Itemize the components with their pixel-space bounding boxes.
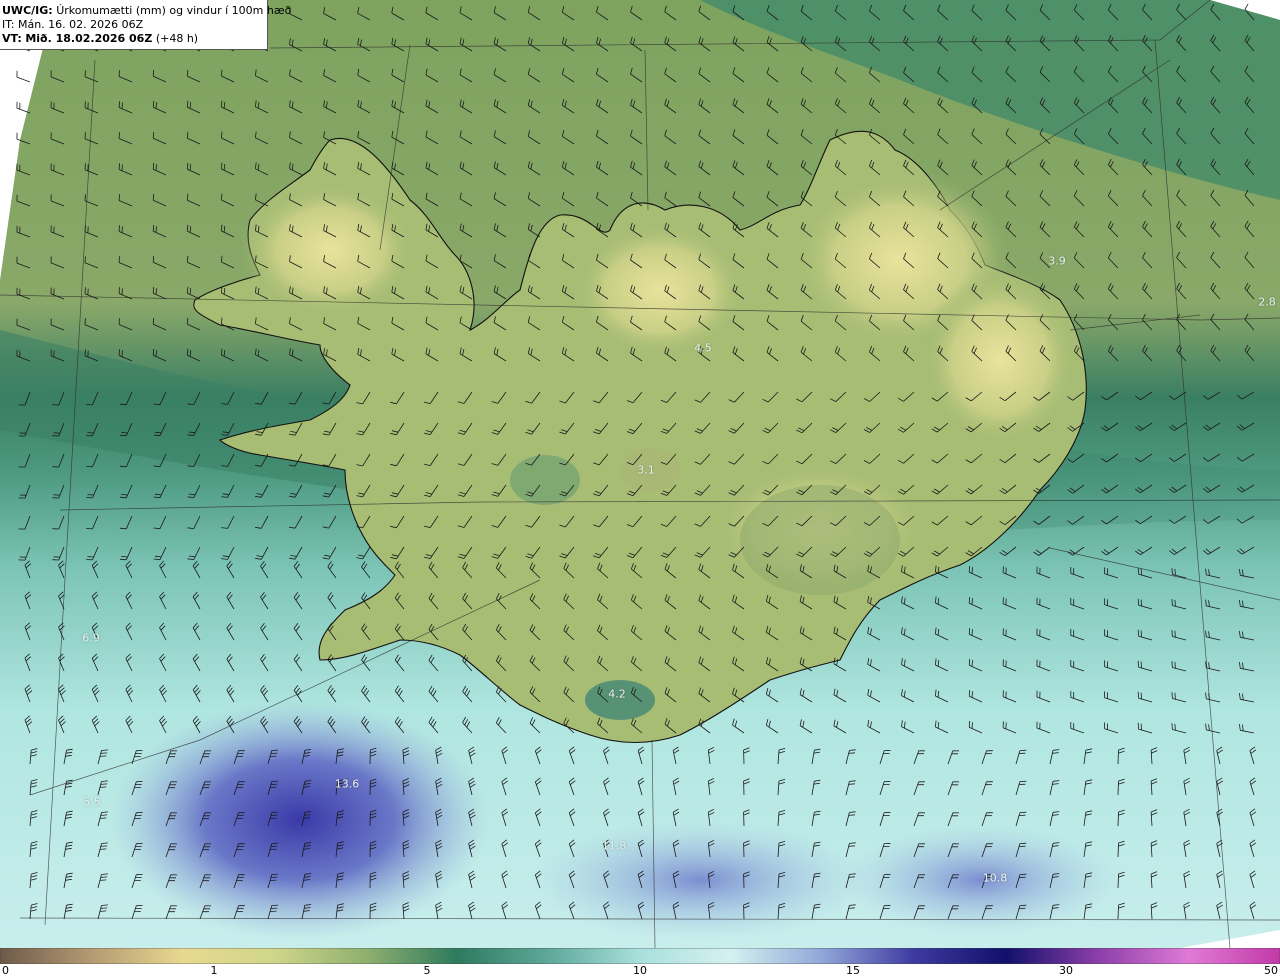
max-value-label: 4.2 — [608, 687, 626, 701]
precip-max-southwest — [110, 700, 490, 940]
max-value-label: 4.5 — [694, 341, 712, 355]
product-code: UWC/IG: — [2, 4, 53, 17]
highland-glow-northwest — [240, 180, 420, 320]
colorbar-tick: 5 — [423, 964, 431, 977]
product-title: Úrkomumætti (mm) og vindur í 100m hæð — [56, 4, 292, 17]
colorbar-tick: 1 — [210, 964, 218, 977]
max-value-label: 6.9 — [82, 631, 100, 645]
precipitation-colorbar — [0, 948, 1280, 964]
map-title-line: UWC/IG: Úrkomumætti (mm) og vindur í 100… — [2, 4, 291, 18]
max-value-label: 3.1 — [637, 463, 655, 477]
colorbar-tick: 0 — [2, 964, 9, 977]
map-info-box: UWC/IG: Úrkomumætti (mm) og vindur í 100… — [0, 0, 291, 50]
max-value-label: 5.5 — [83, 795, 101, 809]
valid-time-line: VT: Mið. 18.02.2026 06Z (+48 h) — [2, 32, 267, 46]
max-value-label: 3.9 — [1048, 254, 1066, 268]
valid-prefix: VT: — [2, 32, 22, 45]
colorbar-tick: 50 — [1264, 964, 1278, 977]
colorbar-tick: 15 — [846, 964, 860, 977]
colorbar-tick: 10 — [633, 964, 647, 977]
glacier-langjokull — [510, 455, 580, 505]
colorbar-tick: 30 — [1059, 964, 1073, 977]
precip-area-southeast — [840, 825, 1120, 935]
colorbar-tick-labels: 0 1 5 10 15 30 50 — [0, 964, 1280, 978]
precip-area-south — [530, 820, 870, 940]
max-value-label: 13.6 — [334, 777, 360, 791]
max-value-label: 2.8 — [1258, 295, 1276, 309]
init-time: IT: Mán. 16. 02. 2026 06Z — [2, 18, 144, 31]
max-value-label: 11.8 — [601, 839, 627, 853]
lead-time: (+48 h) — [155, 32, 199, 45]
max-value-label: 10.8 — [982, 871, 1008, 885]
highland-glow-east — [920, 270, 1080, 450]
valid-date: Mið. 18.02.2026 06Z — [25, 32, 153, 45]
